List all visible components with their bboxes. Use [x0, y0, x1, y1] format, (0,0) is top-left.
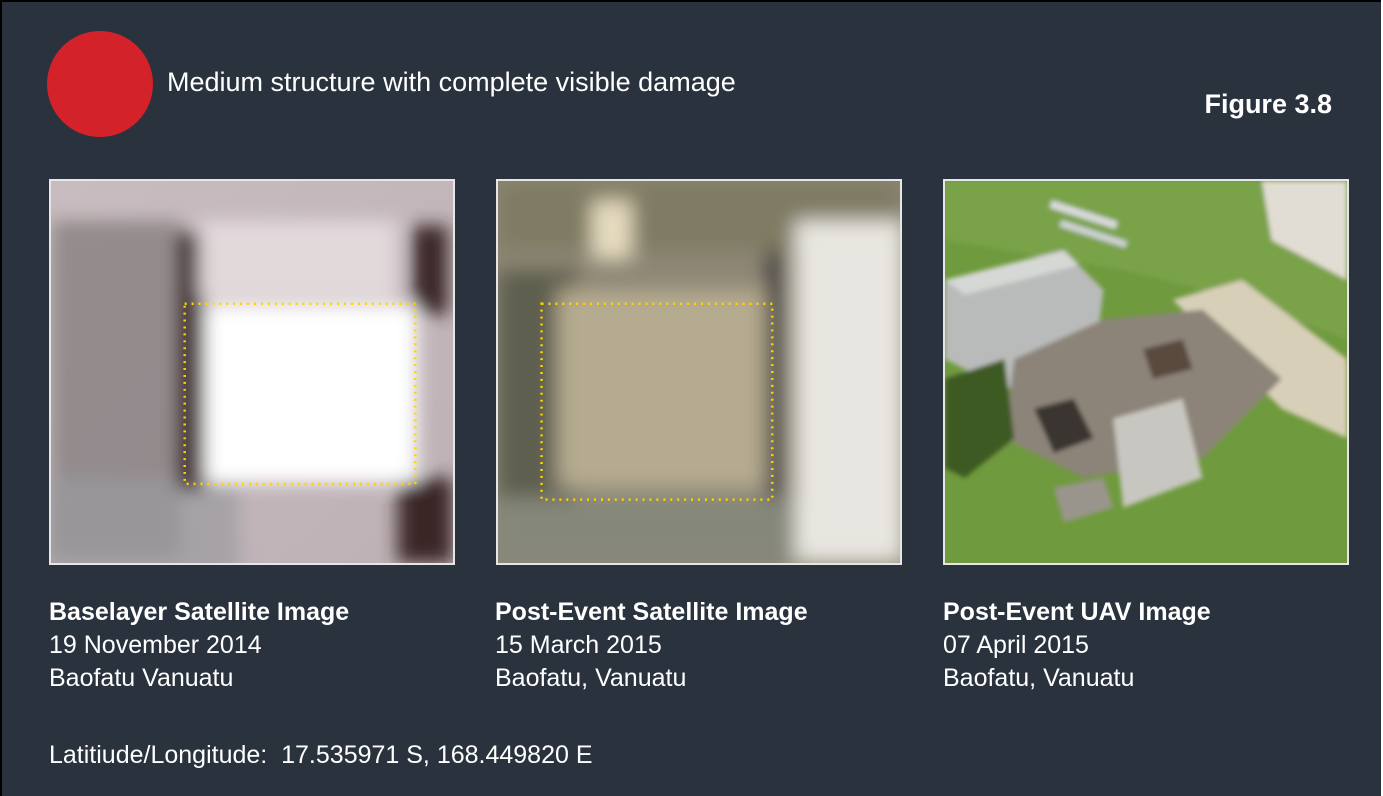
post-event-satellite-image: [496, 179, 902, 565]
panel-location: Baofatu Vanuatu: [49, 664, 234, 692]
damage-marker-icon: [47, 31, 153, 137]
post-event-uav-graphic: [945, 181, 1347, 563]
legend-caption: Medium structure with complete visible d…: [167, 67, 736, 97]
coordinates-label: Latitiude/Longitude: 17.535971 S, 168.44…: [49, 741, 593, 769]
panel-caption-post-event-satellite: Post-Event Satellite Image 15 March 2015…: [495, 596, 808, 695]
post-event-uav-image: [943, 179, 1349, 565]
post-event-satellite-graphic: [498, 181, 900, 563]
baselayer-image-graphic: [51, 181, 453, 563]
panel-date: 19 November 2014: [49, 631, 262, 659]
panel-title: Post-Event Satellite Image: [495, 598, 808, 626]
panel-date: 15 March 2015: [495, 631, 662, 659]
baselayer-satellite-image: [49, 179, 455, 565]
panel-location: Baofatu, Vanuatu: [495, 664, 687, 692]
panel-caption-baselayer: Baselayer Satellite Image 19 November 20…: [49, 596, 349, 695]
panel-caption-post-event-uav: Post-Event UAV Image 07 April 2015 Baofa…: [943, 596, 1211, 695]
figure-label: Figure 3.8: [1204, 89, 1332, 119]
panel-location: Baofatu, Vanuatu: [943, 664, 1135, 692]
panel-date: 07 April 2015: [943, 631, 1089, 659]
panel-title: Post-Event UAV Image: [943, 598, 1211, 626]
slide: Medium structure with complete visible d…: [0, 0, 1381, 796]
panel-title: Baselayer Satellite Image: [49, 598, 350, 626]
